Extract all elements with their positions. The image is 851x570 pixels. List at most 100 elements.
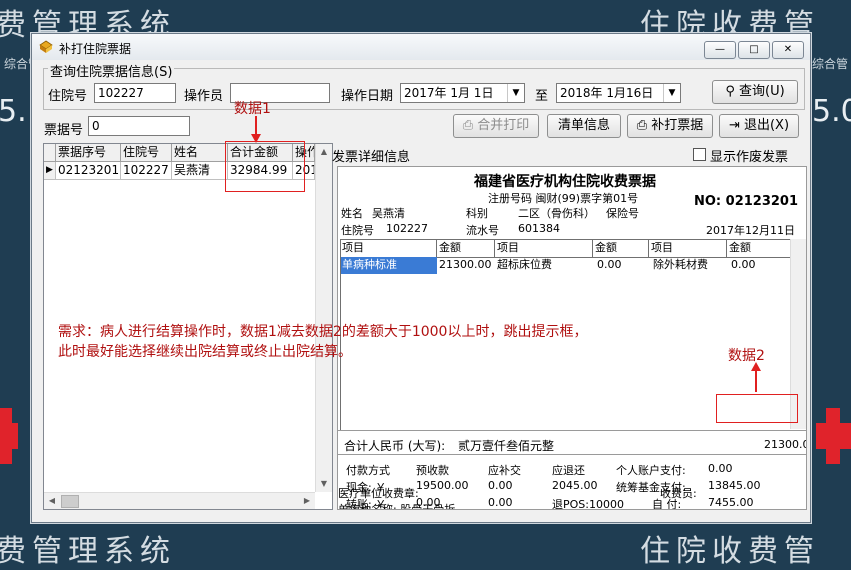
- show-void-checkbox[interactable]: [693, 148, 706, 161]
- receipt-no-label: 票据号: [44, 123, 84, 138]
- cash-prepaid: 19500.00: [416, 479, 469, 492]
- scroll-down-icon[interactable]: ▼: [316, 476, 332, 492]
- grid-vertical-scrollbar[interactable]: ▲ ▼: [315, 144, 332, 492]
- reprint-receipt-window: 补打住院票据 — □ ✕ 查询住院票据信息(S) 住院号 102227 操作员 …: [31, 33, 811, 523]
- admission-no-input[interactable]: 102227: [94, 83, 176, 103]
- app-icon: [39, 40, 53, 53]
- fee-col-amount-3: 金额: [729, 241, 751, 254]
- refund-label: 应退还: [552, 464, 585, 477]
- receipt-date: 2017年12月11日: [706, 224, 795, 237]
- supplement-label: 应补交: [488, 464, 521, 477]
- cashier-label: 收费员:: [660, 487, 697, 500]
- fee-amount-2: 0.00: [597, 258, 622, 271]
- close-button[interactable]: ✕: [772, 41, 804, 59]
- annotation-requirement-line2: 此时最好能选择继续出院结算或终止出院结算。: [58, 344, 352, 360]
- fee-col-amount-1: 金额: [437, 240, 495, 257]
- date-to-label: 至: [535, 89, 549, 104]
- exit-button[interactable]: ⇥ 退出(X): [719, 114, 799, 138]
- red-cross-icon-right: [810, 398, 851, 488]
- cell-admission-no: 102227: [121, 162, 172, 180]
- fee-table-row[interactable]: 单病种标准 21300.00 超标床位费 0.00 除外耗材费 0.00: [340, 257, 790, 274]
- total-amount-value: 21300.00: [764, 438, 806, 451]
- scroll-left-icon[interactable]: ◀: [44, 493, 60, 509]
- query-button-label: 查询(U): [739, 84, 785, 99]
- serial-label: 流水号: [466, 224, 499, 237]
- maximize-button[interactable]: □: [738, 41, 770, 59]
- pay-method-label: 付款方式: [346, 464, 390, 477]
- cash-supplement: 0.00: [488, 479, 513, 492]
- total-words-label: 合计人民币 (大写):: [344, 439, 446, 453]
- printer-icon: ⎙: [462, 118, 474, 133]
- date-from-picker[interactable]: 2017年 1月 1日 ▼: [400, 83, 525, 103]
- annotation-data1-box: [225, 141, 305, 192]
- patient-name-value: 吴燕清: [372, 207, 405, 220]
- merge-print-label: 合并打印: [477, 118, 530, 133]
- background-title-bottom-left: 费管理系统: [0, 534, 176, 569]
- self-pay-value: 7455.00: [708, 496, 754, 509]
- personal-account-label: 个人账户支付:: [616, 464, 686, 477]
- receipt-no-input[interactable]: 0: [88, 116, 190, 136]
- date-from-value: 2017年 1月 1日: [404, 86, 494, 100]
- date-to-dropdown-icon[interactable]: ▼: [663, 84, 680, 102]
- serial-value: 601384: [518, 222, 560, 235]
- background-title-bottom-right: 住院收费管: [640, 534, 820, 569]
- receipt-no: NO: 02123201: [694, 194, 799, 209]
- fee-table-header: 项目 金额 项目 金额 项目 金额: [340, 239, 790, 258]
- window-title: 补打住院票据: [59, 42, 132, 56]
- patient-name-label: 姓名: [341, 207, 363, 220]
- prepaid-label: 预收款: [416, 464, 449, 477]
- background-subtitle-right: 综合管: [812, 57, 849, 71]
- admission-value: 102227: [386, 222, 428, 235]
- fee-item-3: 除外耗材费: [653, 258, 708, 271]
- clear-info-button[interactable]: 清单信息: [547, 114, 621, 138]
- query-button[interactable]: ⚲ 查询(U): [712, 80, 798, 104]
- title-bar[interactable]: 补打住院票据 — □ ✕: [32, 34, 810, 60]
- refund-pos: 退POS:10000: [552, 498, 624, 510]
- transfer-supplement: 0.00: [488, 496, 513, 509]
- grid-col-admission-no[interactable]: 住院号: [121, 144, 172, 162]
- cash-refund: 2045.00: [552, 479, 598, 492]
- fee-amount-1: 21300.00: [439, 258, 492, 271]
- minimize-button[interactable]: —: [704, 41, 736, 59]
- show-void-label: 显示作废发票: [710, 150, 789, 165]
- row-selector-icon: ▶: [44, 162, 56, 180]
- grid-horizontal-scrollbar[interactable]: ◀ ▶: [44, 492, 315, 509]
- receipt-divider-2: [338, 454, 806, 455]
- dept-label: 科别: [466, 207, 488, 220]
- background-version-left: 5.: [0, 94, 27, 129]
- operator-label: 操作员: [184, 89, 224, 104]
- annotation-requirement-line1: 需求：病人进行结算操作时，数据1减去数据2的差额大于1000以上时，跳出提示框，: [58, 324, 588, 340]
- merge-print-button[interactable]: ⎙ 合并打印: [453, 114, 539, 138]
- exit-icon: ⇥: [728, 118, 740, 133]
- annotation-data1-label: 数据1: [234, 101, 271, 117]
- total-words-value: 贰万壹仟叁佰元整: [458, 439, 555, 453]
- fee-col-amount-2: 金额: [593, 240, 649, 257]
- scroll-thumb[interactable]: [61, 495, 79, 508]
- date-from-dropdown-icon[interactable]: ▼: [507, 84, 524, 102]
- receipt-divider: [338, 430, 806, 431]
- fee-col-item-1: 项目: [340, 240, 437, 257]
- printer-icon: ⎙: [636, 118, 648, 133]
- reprint-button[interactable]: ⎙ 补打票据: [627, 114, 713, 138]
- annotation-data2-arrow: [755, 370, 757, 392]
- cell-name: 吴燕清: [172, 162, 228, 180]
- admission-label: 住院号: [341, 224, 374, 237]
- date-to-picker[interactable]: 2018年 1月16日 ▼: [556, 83, 681, 103]
- fee-item-2: 超标床位费: [497, 258, 552, 271]
- grid-col-name[interactable]: 姓名: [172, 144, 228, 162]
- receipt-reg-no: 注册号码 闽财(99)票字第01号: [488, 192, 639, 205]
- pooled-fund-value: 13845.00: [708, 479, 761, 492]
- insurance-label: 保险号: [606, 207, 639, 220]
- date-label: 操作日期: [341, 89, 394, 104]
- cell-receipt-seq: 02123201: [56, 162, 121, 180]
- grid-col-receipt-seq[interactable]: 票据序号: [56, 144, 121, 162]
- scroll-right-icon[interactable]: ▶: [299, 493, 315, 509]
- fee-item-1[interactable]: 单病种标准: [340, 257, 437, 274]
- fee-col-item-2: 项目: [495, 240, 593, 257]
- scroll-up-icon[interactable]: ▲: [316, 144, 332, 160]
- personal-account-value: 0.00: [708, 462, 733, 475]
- binoculars-icon: ⚲: [725, 84, 735, 99]
- admission-no-label: 住院号: [48, 89, 88, 104]
- details-header: 发票详细信息: [332, 150, 411, 165]
- hospital-stamp-label: 医疗单位收费章:: [338, 487, 419, 500]
